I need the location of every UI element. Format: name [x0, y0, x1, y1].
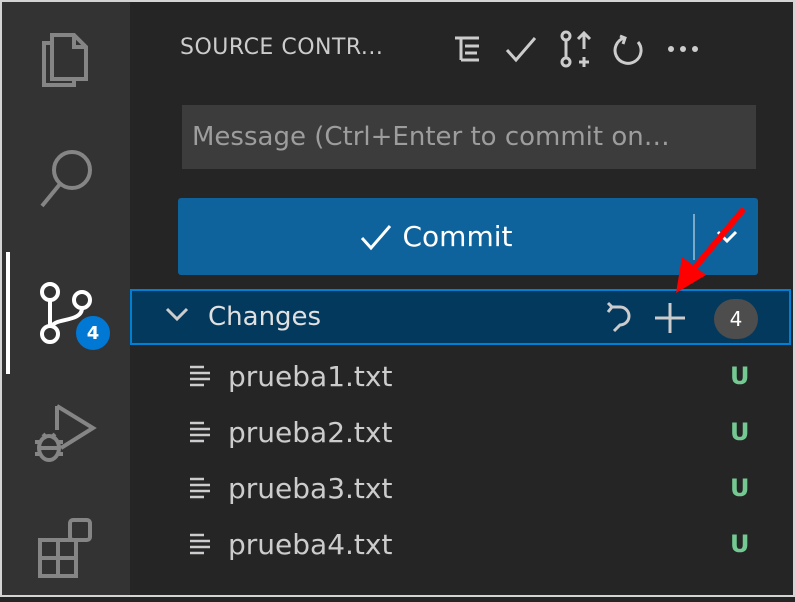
search-activity-item[interactable]	[2, 124, 130, 234]
source-control-badge: 4	[74, 314, 112, 352]
changes-count-badge: 4	[714, 299, 758, 339]
text-file-icon	[190, 365, 210, 387]
more-actions-icon	[668, 46, 698, 52]
source-control-activity-item[interactable]	[2, 258, 130, 368]
explorer-activity-item[interactable]	[2, 2, 130, 112]
file-row[interactable]: prueba1.txt U	[130, 349, 791, 405]
panel-title: SOURCE CONTR...	[180, 35, 384, 60]
changes-group-header[interactable]: Changes 4	[130, 289, 791, 345]
source-control-panel: SOURCE CONTR... Message (Ctrl+Enter to c…	[130, 2, 793, 595]
file-status: U	[730, 362, 750, 390]
commit-button[interactable]: Commit	[178, 198, 693, 275]
text-file-icon	[190, 533, 210, 555]
view-as-tree-icon	[455, 36, 479, 62]
refresh-button[interactable]	[602, 26, 656, 72]
extensions-icon	[38, 518, 92, 578]
commit-check-button[interactable]	[494, 26, 548, 72]
discard-all-icon[interactable]	[602, 301, 634, 335]
panel-title-actions	[440, 26, 710, 72]
chevron-down-icon	[165, 307, 189, 322]
file-row[interactable]: prueba4.txt U	[130, 517, 791, 573]
commit-check-icon	[505, 37, 537, 63]
text-file-icon	[190, 477, 210, 499]
run-debug-activity-item[interactable]	[2, 378, 130, 488]
commit-message-input[interactable]	[182, 105, 756, 169]
more-actions-button[interactable]	[656, 26, 710, 72]
commit-dropdown-button[interactable]	[695, 198, 758, 275]
view-as-tree-button[interactable]	[440, 26, 494, 72]
stage-all-icon[interactable]	[652, 300, 688, 336]
check-icon	[360, 224, 391, 250]
chevron-down-icon	[716, 230, 737, 243]
file-status: U	[730, 474, 750, 502]
file-name: prueba2.txt	[228, 416, 393, 449]
changes-label: Changes	[208, 302, 322, 332]
file-row[interactable]: prueba3.txt U	[130, 461, 791, 517]
commit-button-group: Commit	[178, 198, 758, 275]
text-file-icon	[190, 421, 210, 443]
file-name: prueba1.txt	[228, 360, 393, 393]
extensions-activity-item[interactable]	[2, 492, 130, 602]
file-row[interactable]: prueba2.txt U	[130, 405, 791, 461]
file-status: U	[730, 530, 750, 558]
pull-request-button[interactable]	[548, 26, 602, 72]
file-status: U	[730, 418, 750, 446]
file-name: prueba3.txt	[228, 472, 393, 505]
run-debug-icon	[35, 404, 97, 462]
activity-bar: 4	[2, 2, 130, 595]
search-icon	[40, 150, 92, 208]
commit-button-label: Commit	[402, 220, 513, 253]
files-icon	[42, 33, 88, 87]
refresh-icon	[613, 34, 643, 65]
file-name: prueba4.txt	[228, 528, 393, 561]
pull-request-icon	[560, 30, 592, 68]
